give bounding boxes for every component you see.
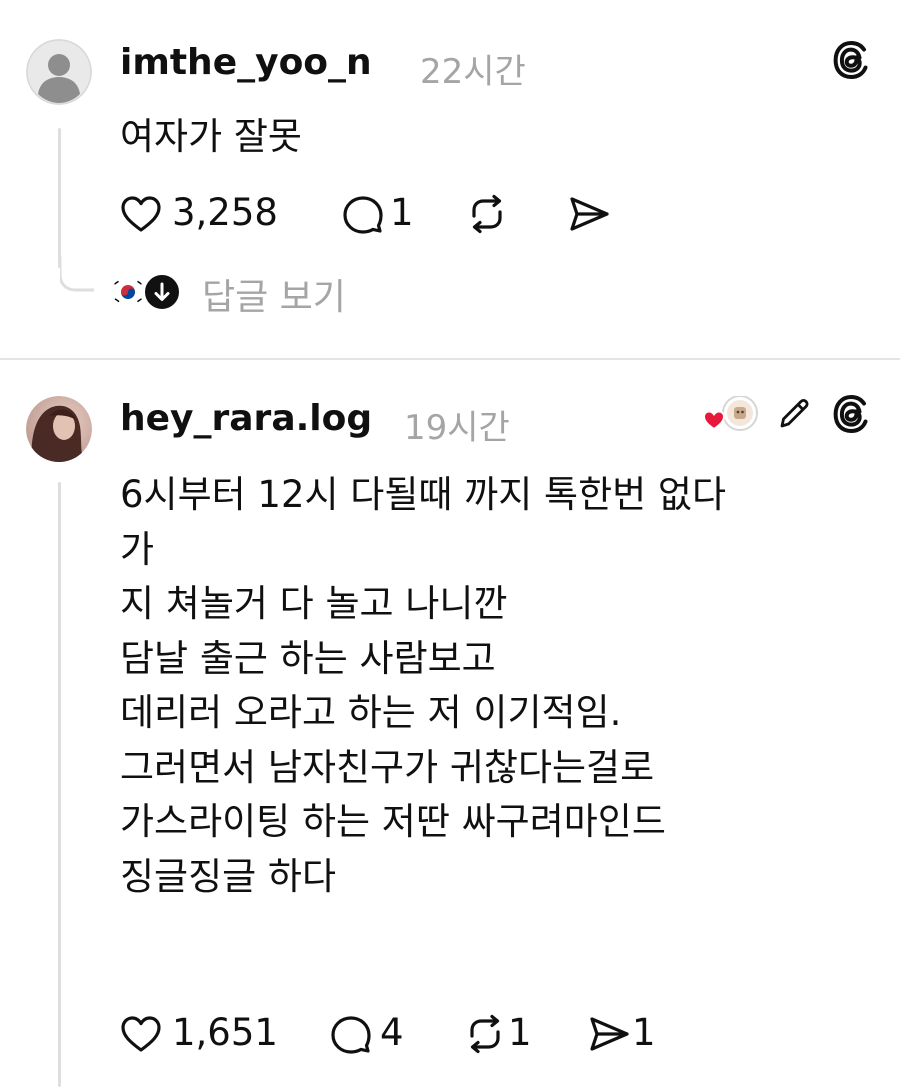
- comment-icon: [331, 1016, 371, 1054]
- share-button[interactable]: 1: [588, 1006, 668, 1062]
- thread-post: imthe_yoo_n 22시간 여자가 잘못 3,258 1 답글 보기: [0, 0, 900, 358]
- action-bar: 1,651 4 1 1: [120, 1006, 680, 1062]
- repost-icon: [472, 194, 502, 234]
- avatar-user-photo[interactable]: [26, 396, 92, 462]
- username[interactable]: hey_rara.log: [120, 398, 372, 439]
- repost-icon: [470, 1014, 500, 1054]
- reply-connector: [60, 256, 94, 292]
- username[interactable]: imthe_yoo_n: [120, 42, 372, 83]
- comment-count: 4: [380, 1011, 404, 1054]
- comment-icon: [343, 196, 383, 234]
- thread-post: hey_rara.log 19시간 6시부터 12시 다될때 까지 톡한번 없다…: [0, 360, 900, 1087]
- threads-logo-icon[interactable]: [832, 394, 870, 438]
- arrow-down-icon: [142, 272, 182, 312]
- repost-count: 1: [508, 1011, 532, 1054]
- send-icon: [590, 1017, 629, 1051]
- like-button[interactable]: 3,258: [120, 186, 290, 242]
- view-replies-link[interactable]: 답글 보기: [60, 256, 460, 326]
- share-count: 1: [632, 1011, 656, 1054]
- avatar-default[interactable]: [26, 39, 92, 105]
- comment-count: 1: [390, 191, 414, 234]
- korean-flag-avatar: [110, 274, 146, 310]
- comment-button[interactable]: 1: [342, 186, 422, 242]
- send-icon: [570, 197, 609, 231]
- like-button[interactable]: 1,651: [120, 1006, 280, 1062]
- share-button[interactable]: [568, 186, 618, 242]
- thread-line: [58, 128, 61, 268]
- repost-button[interactable]: [466, 186, 516, 242]
- user-photo-icon: [26, 396, 92, 462]
- threads-logo-icon[interactable]: [832, 40, 870, 84]
- default-user-icon: [26, 39, 92, 105]
- thread-line: [58, 482, 61, 1087]
- heart-icon: [121, 1016, 161, 1052]
- author-reaction: [702, 395, 760, 436]
- timestamp: 22시간: [420, 52, 526, 92]
- post-body: 여자가 잘못: [120, 115, 302, 158]
- repost-button[interactable]: 1: [464, 1006, 544, 1062]
- edit-pencil-icon[interactable]: [776, 396, 812, 436]
- heart-icon: [121, 196, 161, 232]
- heart-icon: [702, 410, 726, 431]
- view-replies-label: 답글 보기: [202, 277, 346, 318]
- timestamp: 19시간: [404, 408, 510, 448]
- comment-button[interactable]: 4: [330, 1006, 420, 1062]
- like-count: 1,651: [172, 1011, 278, 1054]
- action-bar: 3,258 1: [120, 186, 640, 242]
- post-body: 6시부터 12시 다될때 까지 톡한번 없다 가 지 쳐놀거 다 놀고 나니깐 …: [120, 473, 726, 898]
- like-count: 3,258: [172, 191, 278, 234]
